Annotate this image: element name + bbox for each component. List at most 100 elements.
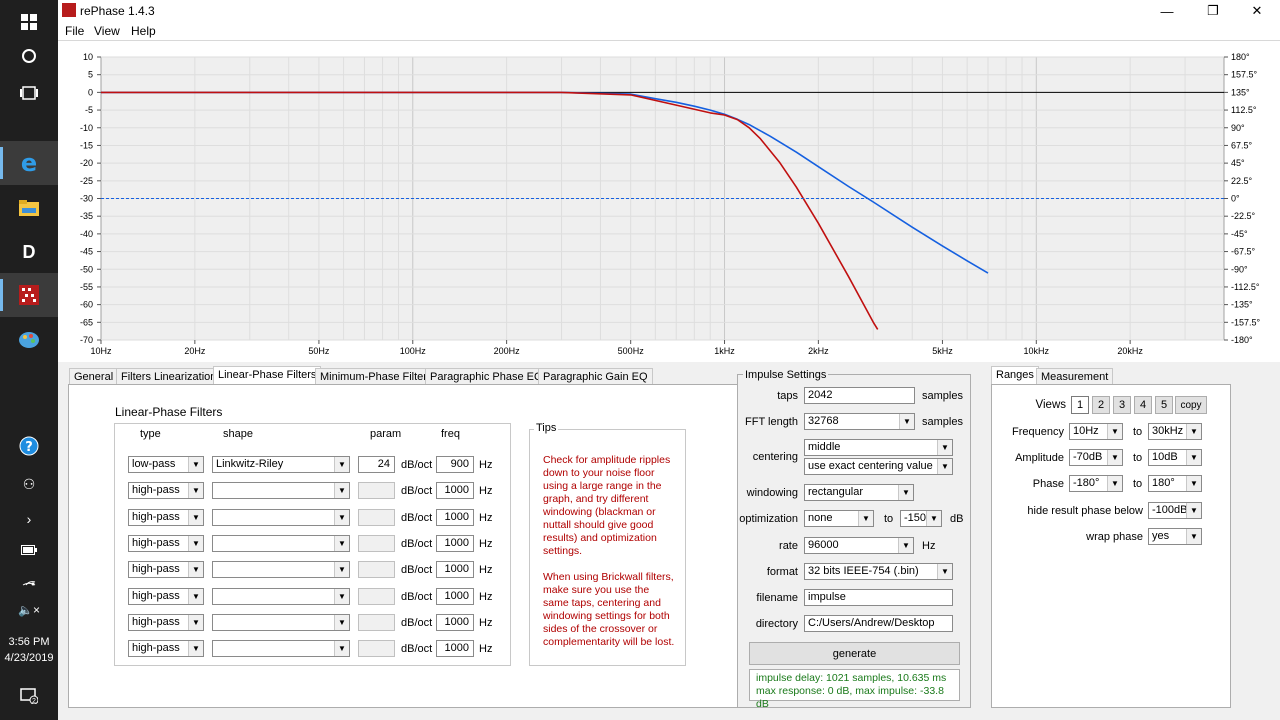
graph-svg[interactable]: 10 5 0 -5 -10 -15 -20 -25 -30 -35 -40 -45 -50 -55 -60 -… [58,41,1280,363]
y-tick-label-left: -70 [80,335,93,345]
task-view-button[interactable] [0,71,58,115]
filter-freq-input[interactable]: 1000 [436,614,474,631]
windowing-select[interactable]: rectangular ▼ [804,484,914,501]
filter-shape-select[interactable]: ▼ [212,561,350,578]
taps-input[interactable]: 2042 [804,387,915,404]
menu-view[interactable]: View [94,24,120,38]
frequency-to-select[interactable]: 30kHz ▼ [1148,423,1202,440]
windowing-value: rectangular [808,486,864,498]
centering-label: centering [752,451,798,463]
hide-phase-select[interactable]: -100dB ▼ [1148,502,1202,519]
file-explorer-button[interactable] [0,186,58,230]
filter-shape-select[interactable]: ▼ [212,614,350,631]
filter-type-select[interactable]: high-pass ▼ [128,561,204,578]
filter-freq-input[interactable]: 1000 [436,535,474,552]
filter-param-input[interactable]: 24 [358,456,395,473]
minimize-button[interactable]: — [1144,0,1190,22]
app-icon [62,3,76,17]
directory-input[interactable]: C:/Users/Andrew/Desktop [804,615,953,632]
view-2-button[interactable]: 2 [1092,396,1110,414]
filter-param-input[interactable] [358,640,395,657]
amplitude-to-select[interactable]: 10dB ▼ [1148,449,1202,466]
filter-shape-select[interactable]: ▼ [212,588,350,605]
view-1-button[interactable]: 1 [1071,396,1089,414]
y-tick-label-left: 0 [88,87,93,97]
centering-mode-select[interactable]: use exact centering value ▼ [804,458,953,475]
filter-freq-input[interactable]: 1000 [436,482,474,499]
chevron-down-icon: ▼ [1186,529,1201,544]
optimization-db-select[interactable]: -150 ▼ [900,510,942,527]
fft-length-label: FFT length [745,416,798,428]
close-button[interactable]: ✕ [1234,0,1280,22]
filter-type-select[interactable]: high-pass ▼ [128,535,204,552]
filter-row: high-pass ▼ ▼ dB/oct 1000 Hz [115,588,510,606]
filter-type-select[interactable]: high-pass ▼ [128,588,204,605]
action-center-button[interactable]: 2 [0,674,58,718]
filter-type-select[interactable]: high-pass ▼ [128,614,204,631]
tab-paragraphic-phase-eq[interactable]: Paragraphic Phase EQ [425,368,548,385]
paint-taskbar-button[interactable] [0,318,58,362]
tab-measurement[interactable]: Measurement [1036,368,1114,385]
help-icon: ? [19,436,39,456]
filter-freq-input[interactable]: 1000 [436,640,474,657]
tab-ranges[interactable]: Ranges [991,366,1039,385]
filter-freq-input[interactable]: 1000 [436,509,474,526]
filter-param-input[interactable] [358,535,395,552]
filter-shape-select[interactable]: ▼ [212,640,350,657]
filter-freq-input[interactable]: 1000 [436,561,474,578]
centering-select[interactable]: middle ▼ [804,439,953,456]
clock[interactable]: 3:56 PM 4/23/2019 [0,634,58,666]
view-3-button[interactable]: 3 [1113,396,1131,414]
phase-label: Phase [1032,478,1064,490]
filter-param-input[interactable] [358,614,395,631]
filter-type-select[interactable]: low-pass ▼ [128,456,204,473]
tab-filters-linearization[interactable]: Filters Linearization [116,368,222,385]
filter-shape-select[interactable]: Linkwitz-Riley ▼ [212,456,350,473]
tab-minimum-phase-filters[interactable]: Minimum-Phase Filters [315,368,438,385]
frequency-from-select[interactable]: 10Hz ▼ [1069,423,1123,440]
filter-shape-select[interactable]: ▼ [212,509,350,526]
menu-file[interactable]: File [65,24,84,38]
filter-param-input[interactable] [358,588,395,605]
volume-button[interactable]: 🔈× [0,588,58,632]
chevron-down-icon: ▼ [334,510,349,525]
filter-shape-select[interactable]: ▼ [212,482,350,499]
menu-help[interactable]: Help [131,24,156,38]
filter-type-select[interactable]: high-pass ▼ [128,482,204,499]
filter-freq-unit: Hz [479,643,493,655]
rate-select[interactable]: 96000 ▼ [804,537,914,554]
filter-type-select[interactable]: high-pass ▼ [128,509,204,526]
copy-view-button[interactable]: copy [1175,396,1207,414]
optimization-select[interactable]: none ▼ [804,510,874,527]
filter-freq-input[interactable]: 1000 [436,588,474,605]
restore-button[interactable]: ❐ [1190,0,1236,22]
filter-param-input[interactable] [358,482,395,499]
fft-length-select[interactable]: 32768 ▼ [804,413,915,430]
rate-unit: Hz [922,540,936,552]
filter-type-select[interactable]: high-pass ▼ [128,640,204,657]
filter-freq-input[interactable]: 900 [436,456,474,473]
filter-param-input[interactable] [358,561,395,578]
response-graph[interactable]: 10 5 0 -5 -10 -15 -20 -25 -30 -35 -40 -45 -50 -55 -60 -… [58,40,1280,362]
rephase-taskbar-button[interactable] [0,273,58,317]
tab-paragraphic-gain-eq[interactable]: Paragraphic Gain EQ [538,368,653,385]
view-5-button[interactable]: 5 [1155,396,1173,414]
views-label: Views [1035,399,1066,411]
tab-linear-phase-filters[interactable]: Linear-Phase Filters [213,366,322,385]
filter-param-input[interactable] [358,509,395,526]
tab-general[interactable]: General [69,368,119,385]
filter-shape-select[interactable]: ▼ [212,535,350,552]
amplitude-from-select[interactable]: -70dB ▼ [1069,449,1123,466]
edge-taskbar-button[interactable]: e [0,141,58,185]
app-d-taskbar-button[interactable]: D [0,230,58,274]
wrap-phase-select[interactable]: yes ▼ [1148,528,1202,545]
filename-input[interactable]: impulse [804,589,953,606]
generate-button[interactable]: generate [749,642,960,665]
windows-logo-icon [21,14,37,30]
format-select[interactable]: 32 bits IEEE-754 (.bin) ▼ [804,563,953,580]
phase-to-select[interactable]: 180° ▼ [1148,475,1202,492]
chevron-down-icon: ▼ [334,589,349,604]
phase-from-select[interactable]: -180° ▼ [1069,475,1123,492]
view-4-button[interactable]: 4 [1134,396,1152,414]
app-window: rePhase 1.4.3 — ❐ ✕ File View Help 10 5 0 -… [58,0,1280,720]
